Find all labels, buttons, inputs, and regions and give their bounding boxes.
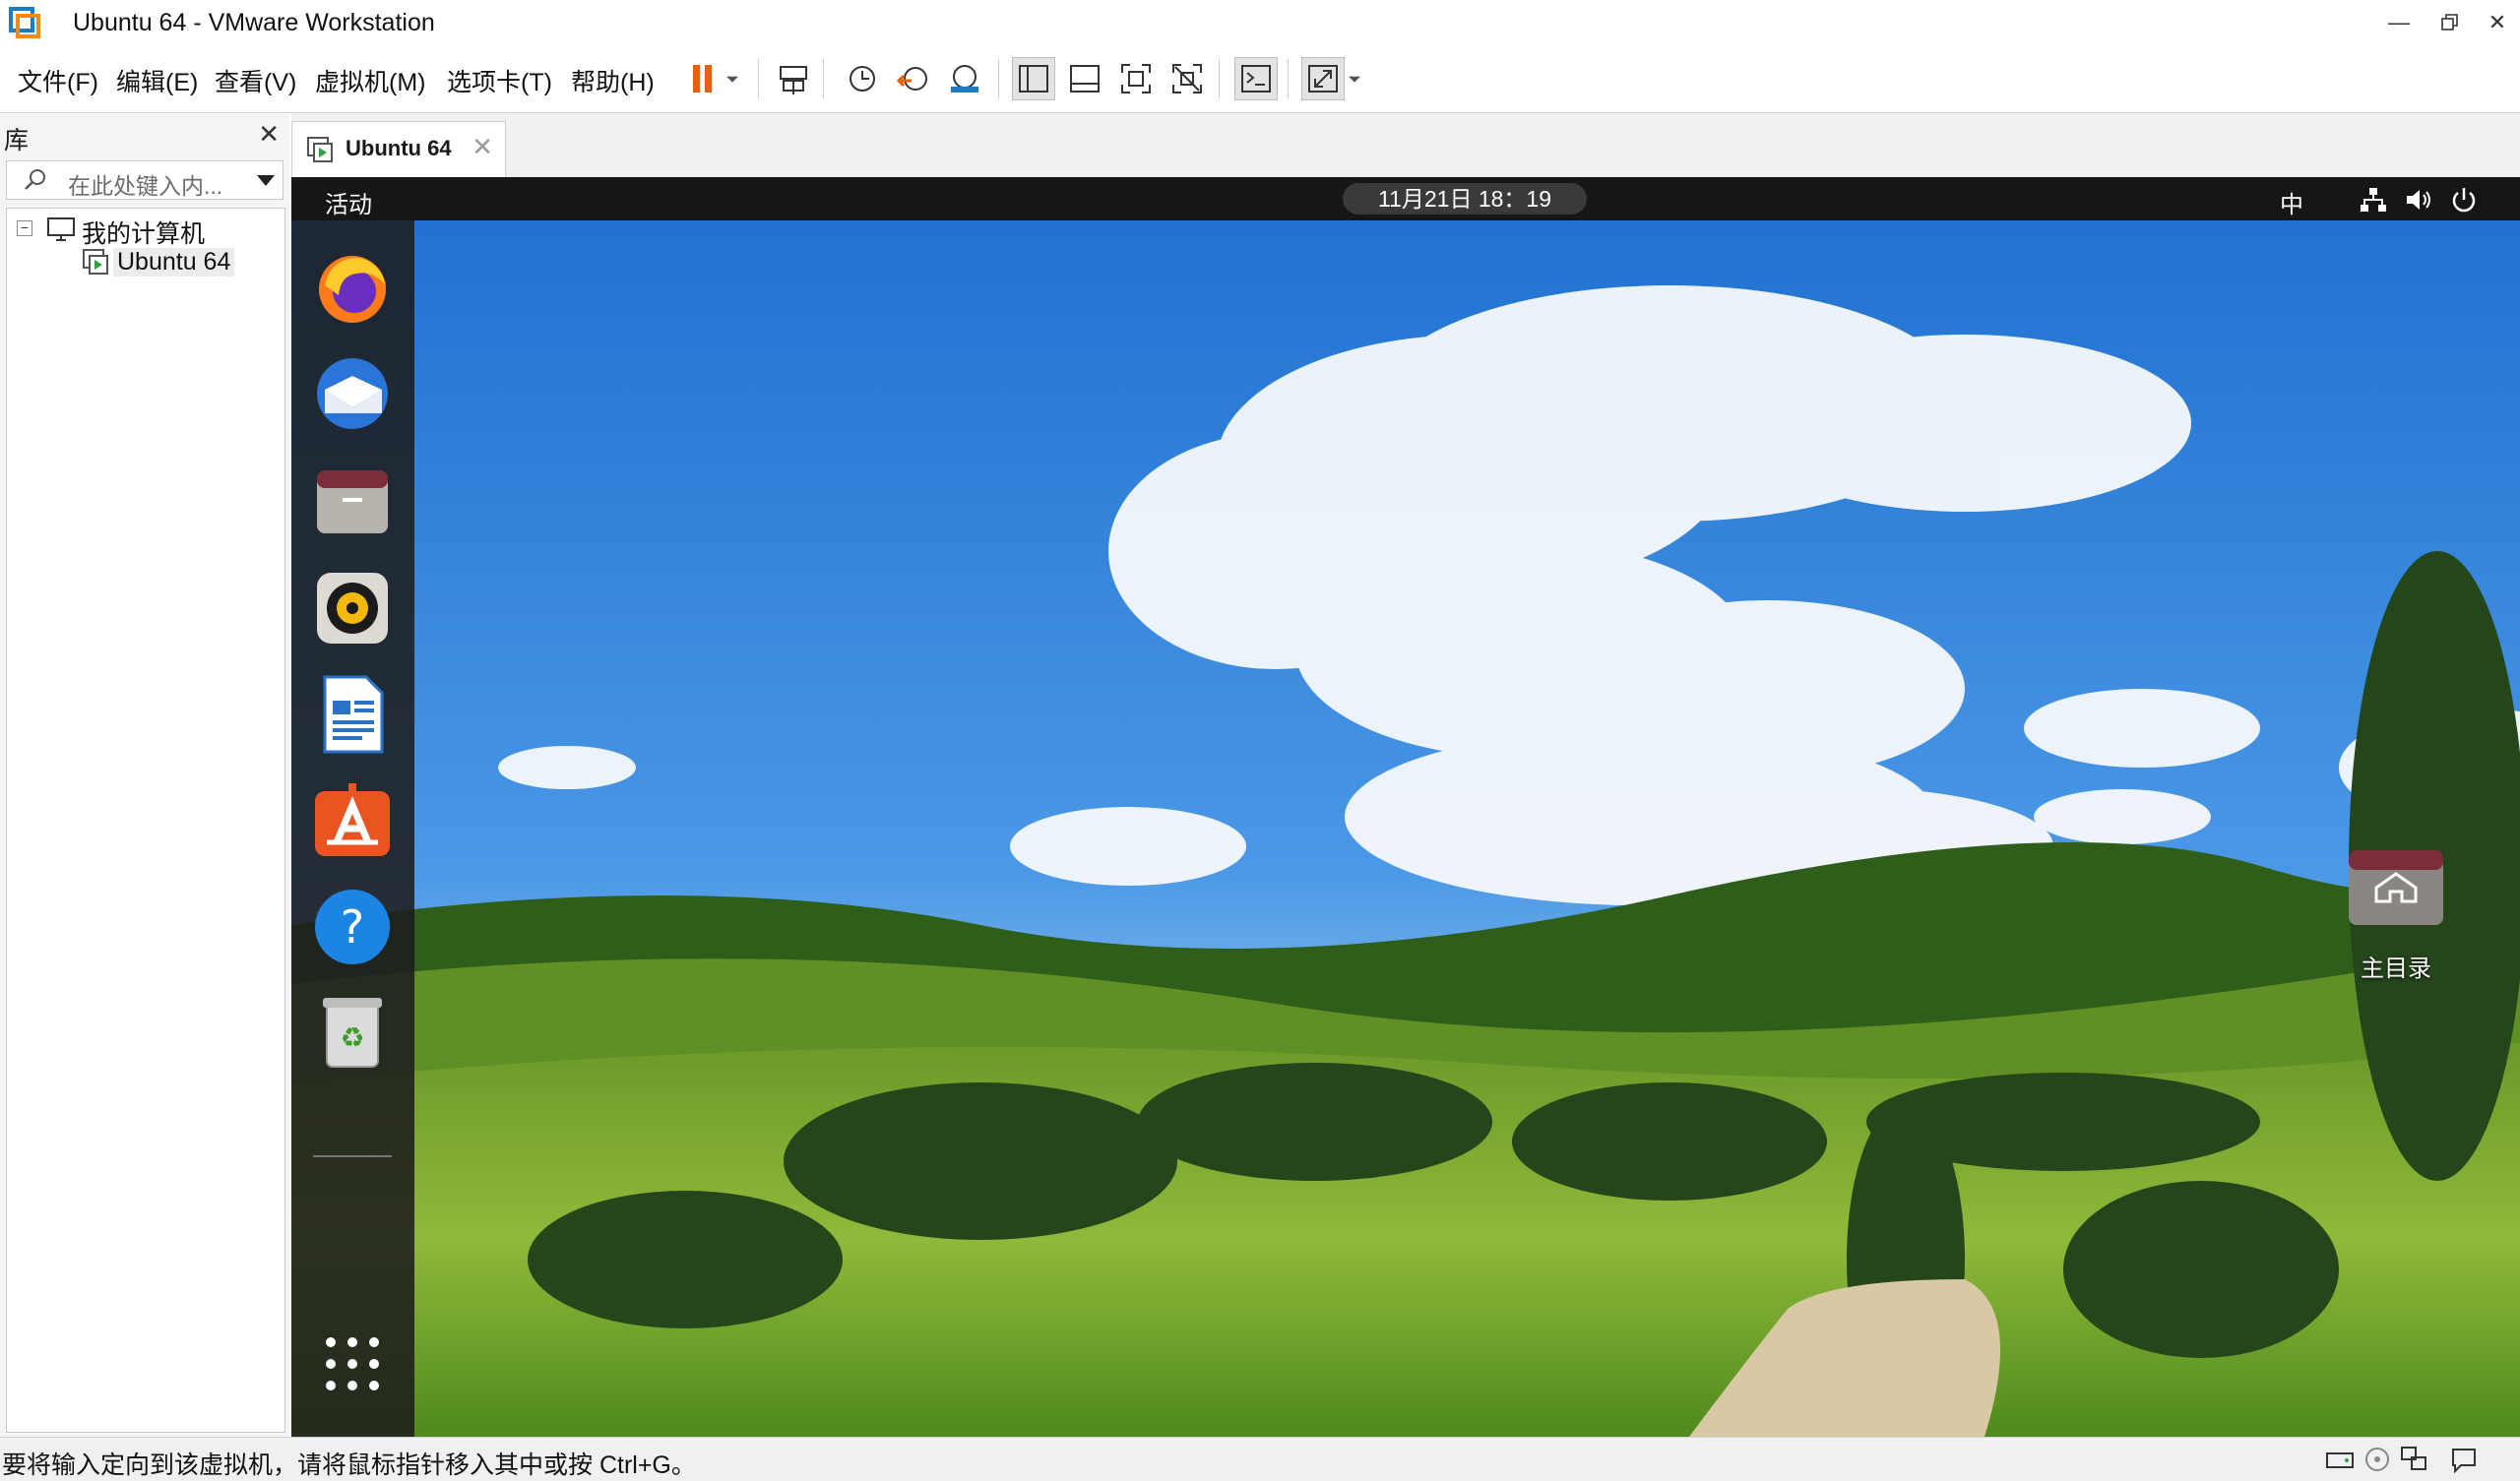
unity-icon bbox=[1172, 64, 1202, 93]
trash-icon[interactable]: ♻ bbox=[311, 990, 394, 1073]
menu-toolbar: 文件(F) 编辑(E) 查看(V) 虚拟机(M) 选项卡(T) 帮助(H) bbox=[0, 45, 2520, 113]
computer-icon bbox=[47, 217, 75, 241]
thunderbird-icon[interactable] bbox=[311, 352, 394, 435]
console-view-button[interactable] bbox=[1234, 57, 1278, 100]
status-message: 要将输入定向到该虚拟机，请将鼠标指针移入其中或按 Ctrl+G。 bbox=[2, 1451, 696, 1479]
full-screen-icon bbox=[1121, 64, 1151, 93]
toolbar-divider bbox=[998, 59, 999, 98]
menu-tabs[interactable]: 选项卡(T) bbox=[447, 63, 552, 98]
home-folder-icon[interactable] bbox=[2347, 846, 2445, 927]
message-log-icon[interactable] bbox=[2449, 1446, 2479, 1473]
network-adapter-icon[interactable] bbox=[2400, 1446, 2429, 1473]
menu-edit[interactable]: 编辑(E) bbox=[116, 63, 198, 98]
snapshot-manager-icon bbox=[951, 65, 978, 93]
vm-icon bbox=[307, 137, 333, 162]
library-search-input[interactable]: 在此处键入内... bbox=[6, 160, 284, 200]
library-panel: 库 ✕ 在此处键入内... − 我的计算机 Ubuntu 64 bbox=[0, 113, 289, 1437]
restore-icon bbox=[2441, 14, 2458, 31]
console-view-icon bbox=[1241, 65, 1271, 93]
cd-dvd-icon[interactable] bbox=[2362, 1446, 2392, 1473]
vmware-icon bbox=[9, 7, 40, 38]
send-ctrl-alt-del-icon bbox=[780, 66, 807, 94]
chevron-down-icon bbox=[1349, 76, 1360, 83]
vm-tab-strip: Ubuntu 64 ✕ bbox=[291, 113, 2520, 177]
input-method-indicator[interactable]: 中 bbox=[2280, 185, 2303, 219]
minimize-button[interactable]: — bbox=[2376, 0, 2422, 45]
firefox-icon[interactable] bbox=[311, 246, 394, 329]
send-ctrl-alt-del-button[interactable] bbox=[772, 57, 815, 100]
library-tree: − 我的计算机 Ubuntu 64 bbox=[6, 208, 285, 1433]
revert-snapshot-button[interactable] bbox=[892, 57, 935, 100]
chevron-down-icon bbox=[726, 76, 738, 83]
tree-ubuntu-64[interactable]: Ubuntu 64 bbox=[113, 248, 235, 277]
desktop-wallpaper bbox=[291, 177, 2520, 1437]
stretch-guest-icon bbox=[1308, 65, 1338, 93]
collapse-toggle-icon[interactable]: − bbox=[17, 220, 32, 236]
snapshot-icon bbox=[850, 66, 875, 92]
menu-vm[interactable]: 虚拟机(M) bbox=[315, 63, 425, 98]
search-icon bbox=[25, 169, 45, 190]
power-dropdown[interactable] bbox=[721, 57, 744, 100]
library-title: 库 bbox=[4, 127, 30, 154]
status-bar: 要将输入定向到该虚拟机，请将鼠标指针移入其中或按 Ctrl+G。 bbox=[0, 1437, 2520, 1481]
menu-file[interactable]: 文件(F) bbox=[18, 63, 98, 98]
close-button[interactable]: ✕ bbox=[2475, 0, 2520, 45]
home-folder-label[interactable]: 主目录 bbox=[2319, 949, 2473, 983]
full-screen-button[interactable] bbox=[1114, 57, 1158, 100]
guest-display[interactable]: 活动 11月21日 18：19 中 ? ♻ 主目录 bbox=[291, 177, 2520, 1437]
thumbnail-bar-button[interactable] bbox=[1063, 57, 1106, 100]
network-icon[interactable] bbox=[2359, 185, 2388, 215]
stretch-dropdown[interactable] bbox=[1343, 57, 1366, 100]
clock[interactable]: 11月21日 18：19 bbox=[1343, 183, 1587, 215]
snapshot-manager-button[interactable] bbox=[943, 57, 986, 100]
show-library-button[interactable] bbox=[1012, 57, 1055, 100]
help-icon[interactable]: ? bbox=[311, 886, 394, 968]
library-header: 库 ✕ bbox=[0, 113, 289, 156]
search-dropdown-icon[interactable] bbox=[257, 175, 275, 186]
libreoffice-writer-icon[interactable] bbox=[311, 673, 394, 756]
toolbar-divider bbox=[1288, 59, 1289, 98]
menu-view[interactable]: 查看(V) bbox=[215, 63, 296, 98]
restore-button[interactable] bbox=[2427, 0, 2473, 45]
tab-ubuntu-64[interactable]: Ubuntu 64 ✕ bbox=[291, 121, 506, 177]
title-bar: Ubuntu 64 - VMware Workstation — ✕ bbox=[0, 0, 2520, 45]
window-title: Ubuntu 64 - VMware Workstation bbox=[73, 9, 435, 36]
stretch-guest-button[interactable] bbox=[1301, 57, 1345, 100]
unity-button[interactable] bbox=[1166, 57, 1209, 100]
gnome-top-bar: 活动 11月21日 18：19 中 bbox=[291, 177, 2520, 220]
files-icon[interactable] bbox=[311, 461, 394, 543]
tab-label: Ubuntu 64 bbox=[346, 136, 452, 160]
dock-separator bbox=[313, 1155, 392, 1157]
toolbar-divider bbox=[823, 59, 824, 98]
pause-button[interactable] bbox=[681, 57, 724, 100]
svg-text:?: ? bbox=[341, 900, 364, 954]
tab-close-icon[interactable]: ✕ bbox=[472, 132, 493, 162]
show-applications-icon[interactable] bbox=[311, 1323, 394, 1405]
volume-icon[interactable] bbox=[2404, 185, 2433, 215]
tree-my-computer[interactable]: 我的计算机 bbox=[82, 215, 205, 250]
activities-button[interactable]: 活动 bbox=[325, 185, 372, 219]
toolbar-divider bbox=[758, 59, 759, 98]
thumbnail-bar-icon bbox=[1070, 65, 1100, 93]
show-library-icon bbox=[1019, 65, 1048, 93]
hard-disk-icon[interactable] bbox=[2325, 1446, 2355, 1473]
vm-icon bbox=[83, 249, 108, 275]
library-close-button[interactable]: ✕ bbox=[258, 119, 280, 150]
ubuntu-dock: ? ♻ bbox=[291, 220, 414, 1437]
pause-icon bbox=[693, 65, 712, 93]
rhythmbox-icon[interactable] bbox=[311, 567, 394, 649]
library-search-placeholder: 在此处键入内... bbox=[68, 173, 223, 199]
power-icon[interactable] bbox=[2449, 185, 2479, 215]
svg-text:♻: ♻ bbox=[340, 1021, 364, 1054]
take-snapshot-button[interactable] bbox=[841, 57, 884, 100]
revert-snapshot-icon bbox=[896, 67, 927, 91]
toolbar-divider bbox=[1219, 59, 1220, 98]
menu-help[interactable]: 帮助(H) bbox=[571, 63, 655, 98]
software-center-icon[interactable] bbox=[311, 779, 394, 862]
